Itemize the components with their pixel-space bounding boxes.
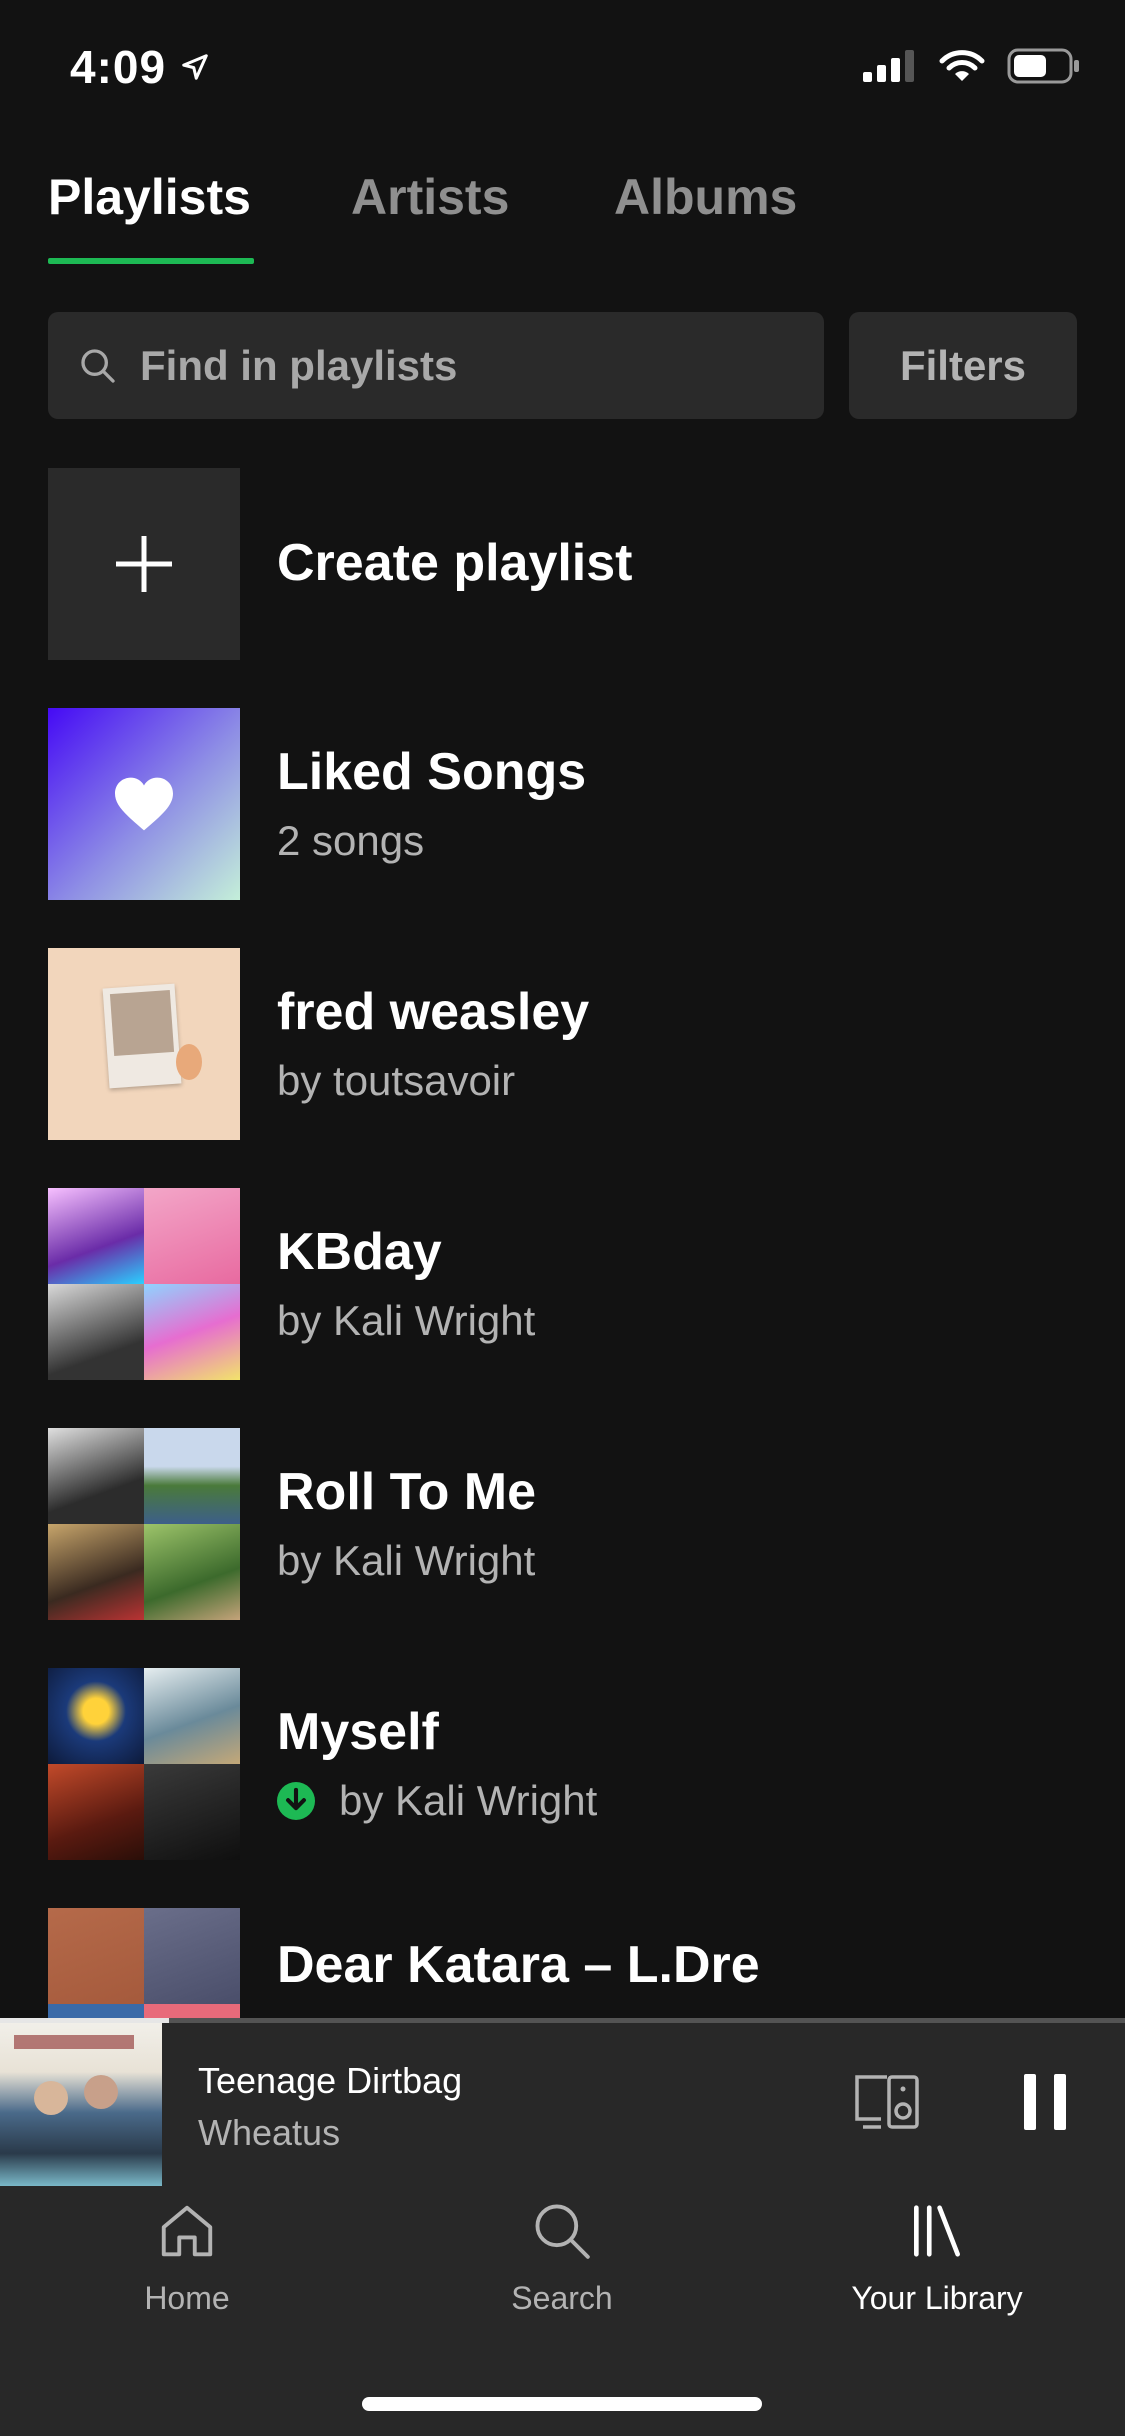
tab-artists[interactable]: Artists (351, 168, 509, 226)
pause-icon[interactable] (1022, 2074, 1068, 2130)
nav-your-library-label: Your Library (851, 2280, 1023, 2316)
nav-search-label: Search (511, 2280, 613, 2316)
playlist-subtitle: by Kali Wright (339, 1776, 598, 1824)
playlist-mosaic-art (48, 1188, 240, 1380)
search-icon (535, 2204, 590, 2259)
playlist-row-kbday[interactable]: KBday by Kali Wright (48, 1188, 1078, 1380)
heart-icon (115, 777, 173, 831)
search-icon (81, 348, 115, 383)
status-bar-indicators (863, 48, 1081, 84)
home-indicator (362, 2397, 762, 2411)
playlist-title: KBday (277, 1223, 442, 1282)
playlist-row-roll-to-me[interactable]: Roll To Me by Kali Wright (48, 1428, 1078, 1620)
location-arrow-icon (182, 54, 208, 80)
playlist-row-liked-songs[interactable]: Liked Songs 2 songs (48, 708, 1078, 900)
downloaded-icon (277, 1781, 315, 1820)
clock: 4:09 (70, 41, 167, 93)
now-playing-artist[interactable]: Wheatus (198, 2112, 340, 2154)
playlist-title: Dear Katara – L.Dre (277, 1936, 760, 1994)
mini-player[interactable] (0, 2018, 1125, 2186)
playlist-row-fred-weasley[interactable]: fred weasley by toutsavoir (48, 948, 1078, 1140)
create-playlist-tile (48, 468, 240, 660)
now-playing-album-art[interactable] (0, 2023, 162, 2186)
playlist-subtitle: by Kali Wright (277, 1296, 536, 1344)
playlist-subtitle: by Kali Wright (277, 1536, 536, 1584)
playlist-title: fred weasley (277, 983, 590, 1042)
playlist-title: Myself (277, 1703, 439, 1762)
nav-search[interactable]: Search (412, 2200, 712, 2317)
active-tab-indicator (48, 258, 254, 264)
playback-progress-track (0, 2018, 1125, 2023)
status-bar-time: 4:09 (70, 40, 210, 94)
library-icon (914, 2205, 960, 2257)
liked-songs-art (48, 708, 240, 900)
search-placeholder: Find in playlists (140, 341, 458, 389)
nav-home-label: Home (144, 2280, 230, 2316)
playlist-title: Roll To Me (277, 1463, 537, 1522)
playlist-mosaic-art (48, 1668, 240, 1860)
nav-home[interactable]: Home (37, 2200, 337, 2317)
playlist-subtitle: by toutsavoir (277, 1056, 516, 1104)
search-input[interactable]: Find in playlists (48, 312, 824, 419)
create-playlist-row[interactable]: Create playlist (48, 468, 1078, 660)
plus-icon (116, 536, 172, 592)
playlist-subtitle: 2 songs (277, 816, 425, 864)
nav-your-library[interactable]: Your Library (787, 2200, 1087, 2317)
now-playing-track[interactable]: Teenage Dirtbag (198, 2060, 462, 2102)
wifi-icon (939, 50, 985, 81)
filters-button[interactable]: Filters (849, 312, 1077, 419)
home-icon (161, 2205, 213, 2257)
cellular-signal-icon (863, 50, 914, 82)
playlist-cover-art (48, 948, 240, 1140)
tab-playlists[interactable]: Playlists (48, 168, 251, 226)
tab-albums[interactable]: Albums (614, 168, 797, 226)
playlist-mosaic-art (48, 1428, 240, 1620)
battery-icon (1007, 48, 1079, 84)
connect-device-icon[interactable] (853, 2073, 921, 2131)
playlist-title: Liked Songs (277, 743, 587, 802)
create-playlist-label: Create playlist (277, 534, 633, 593)
playlist-row-myself[interactable]: Myself by Kali Wright (48, 1668, 1078, 1860)
